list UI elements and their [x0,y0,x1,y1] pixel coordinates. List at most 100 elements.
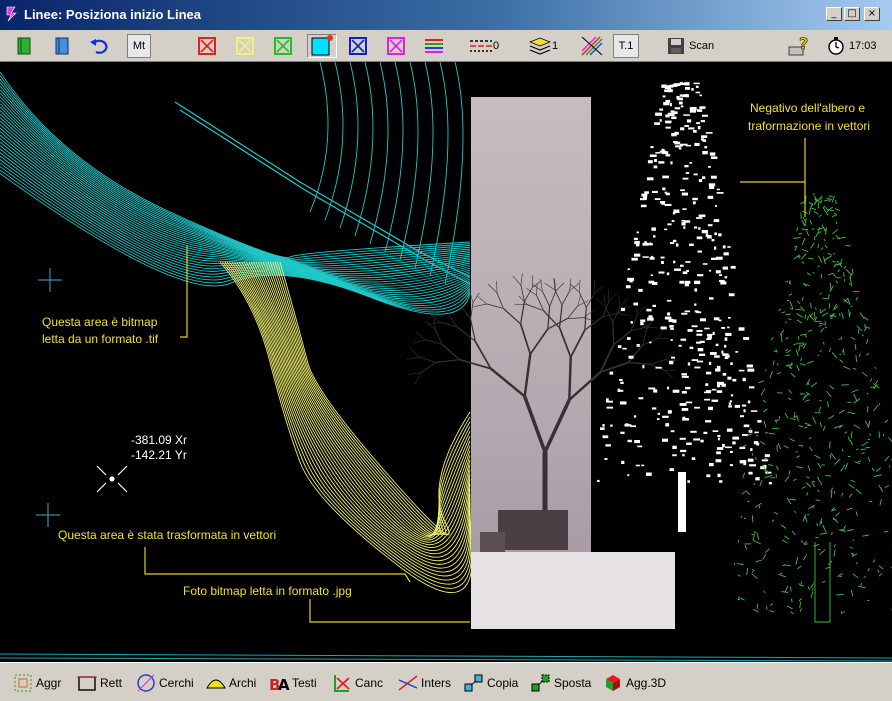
text-style-button[interactable]: T.1 [613,34,639,58]
negative-tree-stroke [652,407,657,410]
red-swatch-icon [198,37,216,55]
negative-tree-stroke [648,387,656,390]
magenta-swatch-icon [387,37,405,55]
negative-tree-stroke [702,263,708,265]
negative-tree-stroke [681,408,689,411]
negative-tree-stroke [679,94,684,97]
negative-tree-stroke [746,364,751,368]
negative-tree-stroke [641,464,645,467]
vector-tree-stroke [819,308,827,314]
open-book-button[interactable] [14,34,34,58]
negative-tree-stroke [693,438,700,441]
negative-tree-stroke [665,154,671,157]
photo-tree-branch [427,321,441,325]
negative-tree-stroke [673,83,681,86]
vector-tree-stroke [793,510,797,513]
color-blue-button[interactable] [348,34,368,58]
vector-tree-stroke [793,343,798,346]
yellow-contour-line [231,261,471,573]
negative-tree-stroke [684,125,689,127]
testi-button[interactable]: BA Testi [268,671,317,695]
color-palette-button[interactable] [423,34,445,58]
minimize-button[interactable]: _ [826,7,842,21]
photo-tree-branch [664,370,673,378]
negative-tree-stroke [692,201,696,205]
negative-tree-stroke [706,333,713,337]
negative-tree-stroke [666,299,672,302]
color-green-button[interactable] [273,34,293,58]
measure-button[interactable]: Mt [127,34,151,58]
line-type-button[interactable]: 0 [469,34,499,58]
floppy-disk-icon [668,38,684,54]
save-book-button[interactable] [52,34,72,58]
vector-tree-stroke [818,214,822,218]
negative-tree-stroke [714,355,720,358]
vector-tree-stroke [810,382,818,388]
negative-tree-stroke [723,252,729,256]
photo-tree-branch [642,329,648,346]
drawing-canvas[interactable]: Questa area è bitmap letta da un formato… [0,62,892,662]
negative-tree-stroke [673,260,676,264]
vector-tree-stroke [853,398,861,404]
vector-tree-stroke [810,302,812,309]
negative-tree-stroke [717,473,721,478]
hatch-button[interactable] [580,34,604,58]
negative-tree-stroke [701,230,708,234]
vector-tree-stroke [786,497,792,505]
vector-tree-stroke [811,587,814,591]
cyan-contour-line [0,82,471,262]
agg3d-button[interactable]: Agg.3D [602,671,666,695]
photo-tree-branch [628,344,643,363]
color-red-button[interactable] [197,34,217,58]
cyan-contour-line [369,62,389,245]
vector-tree-stroke [831,214,836,218]
aggr-button[interactable]: Aggr [12,671,61,695]
negative-tree-stroke [693,130,697,133]
vector-tree-stroke [781,539,788,544]
negative-tree-stroke [644,241,647,243]
negative-tree-stroke [684,82,690,86]
cyan-contour-line [0,71,471,258]
close-button[interactable]: × [864,7,880,21]
negative-tree-stroke [760,466,767,470]
inters-button[interactable]: Inters [397,671,451,695]
drawing-surface[interactable] [0,62,892,662]
vector-tree-stroke [769,602,773,607]
scan-button[interactable]: Scan [666,34,714,58]
help-button[interactable]: ? [787,34,811,58]
negative-tree-stroke [636,231,639,234]
negative-tree-stroke [701,135,708,138]
sposta-button[interactable]: Sposta [530,671,591,695]
copia-button[interactable]: Copia [463,671,518,695]
negative-tree-stroke [646,177,654,181]
photo-tree-branch [408,372,422,375]
vector-tree-stroke [855,511,858,517]
maximize-button[interactable]: □ [844,7,860,21]
vector-tree-stroke [742,472,746,478]
vector-tree-stroke [746,567,749,576]
color-magenta-button[interactable] [386,34,406,58]
vector-tree-stroke [869,378,873,382]
negative-tree-stroke [662,95,666,98]
photo-tree-branch [630,326,647,332]
negative-tree-stroke [699,353,706,356]
negative-tree-stroke [708,361,712,365]
negative-tree-stroke [734,404,740,408]
layer-button[interactable]: 1 [528,34,558,58]
vector-tree-stroke [843,265,847,269]
rett-button[interactable]: Rett [76,671,122,695]
canc-button[interactable]: Canc [331,671,383,695]
color-yellow-button[interactable] [235,34,255,58]
vector-tree-stroke [833,491,836,495]
negative-tree-stroke [681,373,687,376]
archi-button[interactable]: Archi [205,671,256,695]
color-cyan-button[interactable] [307,34,337,58]
cerchi-button[interactable]: Cerchi [135,671,194,695]
vector-tree-stroke [809,446,813,452]
negative-tree-stroke [627,439,632,443]
cyan-contour-line [0,78,471,261]
undo-button[interactable] [89,34,111,58]
vector-tree-stroke [841,492,844,497]
vector-tree-stroke [813,543,820,547]
vector-tree-stroke [855,297,859,301]
